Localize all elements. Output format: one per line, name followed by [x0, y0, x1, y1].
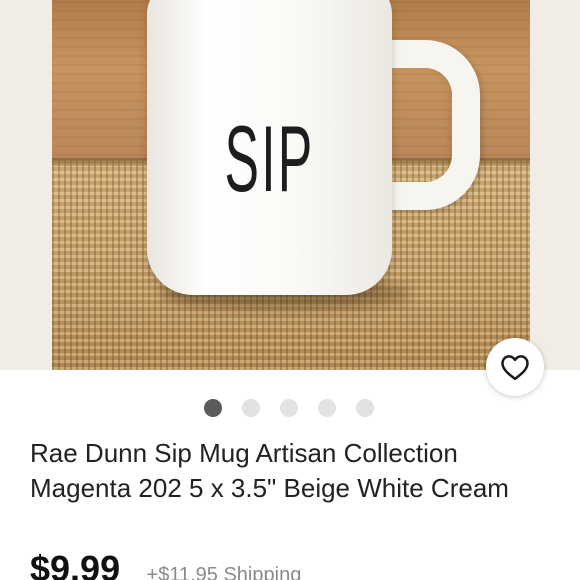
- carousel-indicator: [0, 399, 580, 417]
- mug-lettering: SIP: [224, 106, 315, 211]
- product-listing-screen: SIP Rae Dunn Sip Mug Artisan Collection …: [0, 0, 580, 580]
- product-photo: SIP: [52, 0, 530, 370]
- product-image-carousel[interactable]: SIP: [0, 0, 580, 370]
- heart-outline-icon: [501, 355, 529, 381]
- carousel-dot-2[interactable]: [242, 399, 260, 417]
- carousel-dot-4[interactable]: [318, 399, 336, 417]
- price-row: $9.99 +$11.95 Shipping: [30, 548, 570, 580]
- product-price: $9.99: [30, 548, 121, 580]
- product-title: Rae Dunn Sip Mug Artisan Collection Mage…: [30, 438, 509, 503]
- carousel-dot-3[interactable]: [280, 399, 298, 417]
- shipping-cost: +$11.95 Shipping: [146, 564, 302, 580]
- carousel-dot-1[interactable]: [204, 399, 222, 417]
- favorite-button[interactable]: [486, 338, 544, 396]
- carousel-dot-5[interactable]: [356, 399, 374, 417]
